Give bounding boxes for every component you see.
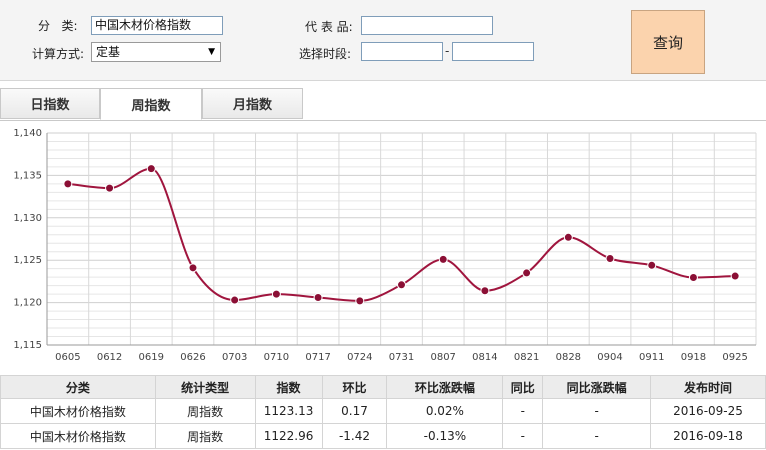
cell-index: 1123.13 [254,398,323,424]
tab-bar: 日指数 周指数 月指数 [0,88,766,121]
x-tick-label: 0821 [514,352,539,363]
y-tick-label: 1,140 [13,128,42,139]
data-point [271,289,281,299]
x-tick-label: 0904 [597,352,622,363]
header-category: 分类 [0,375,156,399]
category-field[interactable]: 中国木材价格指数 [91,16,223,35]
y-tick-label: 1,120 [13,298,42,309]
method-select-value: 定基 [96,45,121,59]
data-point [105,183,115,193]
index-table: 分类 统计类型 指数 环比 环比涨跌幅 同比 同比涨跌幅 发布时间 中国木材价格… [0,375,766,449]
x-tick-label: 0724 [347,352,372,363]
x-tick-label: 0626 [180,352,205,363]
period-separator: - [445,44,450,58]
product-label: 代 表 品: [305,20,353,34]
data-point [605,254,615,264]
line-chart: 1,115 1,120 1,125 1,130 1,135 1,140 0605 0612 06… [0,121,766,369]
table-row: 中国木材价格指数 周指数 1123.13 0.17 0.02% - - 2016… [0,398,766,424]
cell-yoy-pct: - [542,398,652,424]
cell-yoy: - [502,423,544,449]
x-tick-label: 0828 [556,352,581,363]
cell-date: 2016-09-18 [650,423,766,449]
x-tick-label: 0918 [681,352,706,363]
cell-type: 周指数 [154,423,256,449]
filter-panel: 分 类: 中国木材价格指数 计算方式: 定基 ▼ 代 表 品: 选择时段: - … [0,0,766,81]
data-point [313,293,323,303]
data-point [647,260,657,270]
x-tick-label: 0911 [639,352,664,363]
period-end-field[interactable] [452,42,534,61]
category-label: 分 类: [38,19,78,33]
data-point [146,164,156,174]
cell-date: 2016-09-25 [650,398,766,424]
x-tick-label: 0612 [97,352,122,363]
cell-mom: -1.42 [321,423,388,449]
x-tick-label: 0605 [55,352,80,363]
cell-mom-pct: -0.13% [386,423,504,449]
y-tick-label: 1,130 [13,213,42,224]
period-start-field[interactable] [361,42,443,61]
y-tick-label: 1,135 [13,170,42,181]
x-tick-label: 0703 [222,352,247,363]
period-label: 选择时段: [299,47,352,61]
data-point [188,263,198,273]
data-point [438,254,448,264]
chart-svg: 1,115 1,120 1,125 1,130 1,135 1,140 0605 0612 06… [13,128,757,363]
y-tick-label: 1,125 [13,255,42,266]
query-button[interactable]: 查询 [631,10,705,74]
method-select[interactable]: 定基 ▼ [91,42,221,62]
cell-index: 1122.96 [254,423,323,449]
x-tick-label: 0814 [472,352,497,363]
header-type: 统计类型 [154,375,256,399]
data-point [688,272,698,282]
x-tick-label: 0925 [722,352,747,363]
data-point [397,280,406,290]
tab-monthly-index[interactable]: 月指数 [202,88,303,119]
product-field[interactable] [361,16,493,35]
table-row: 中国木材价格指数 周指数 1122.96 -1.42 -0.13% - - 20… [0,423,766,449]
data-point [563,232,573,242]
cell-yoy-pct: - [542,423,652,449]
x-tick-label: 0807 [430,352,455,363]
header-yoy-pct: 同比涨跌幅 [542,375,652,399]
cell-mom: 0.17 [321,398,388,424]
data-point [230,295,240,305]
table-header-row: 分类 统计类型 指数 环比 环比涨跌幅 同比 同比涨跌幅 发布时间 [0,375,766,399]
y-tick-label: 1,115 [13,340,42,351]
cell-type: 周指数 [154,398,256,424]
cell-yoy: - [502,398,544,424]
data-point [63,179,73,189]
cell-mom-pct: 0.02% [386,398,504,424]
header-date: 发布时间 [650,375,766,399]
data-point [730,271,740,281]
tab-weekly-index[interactable]: 周指数 [100,88,202,120]
tab-daily-index[interactable]: 日指数 [0,88,100,119]
data-point [480,286,490,296]
x-tick-label: 0731 [389,352,414,363]
header-index: 指数 [254,375,323,399]
x-tick-label: 0619 [139,352,164,363]
data-point [355,296,365,306]
dropdown-arrow-icon: ▼ [208,47,215,57]
data-point [522,268,532,278]
header-mom-pct: 环比涨跌幅 [386,375,504,399]
method-label: 计算方式: [32,47,85,61]
x-tick-label: 0717 [305,352,330,363]
x-tick-label: 0710 [264,352,289,363]
header-mom: 环比 [321,375,388,399]
cell-category: 中国木材价格指数 [0,423,156,449]
header-yoy: 同比 [502,375,544,399]
cell-category: 中国木材价格指数 [0,398,156,424]
